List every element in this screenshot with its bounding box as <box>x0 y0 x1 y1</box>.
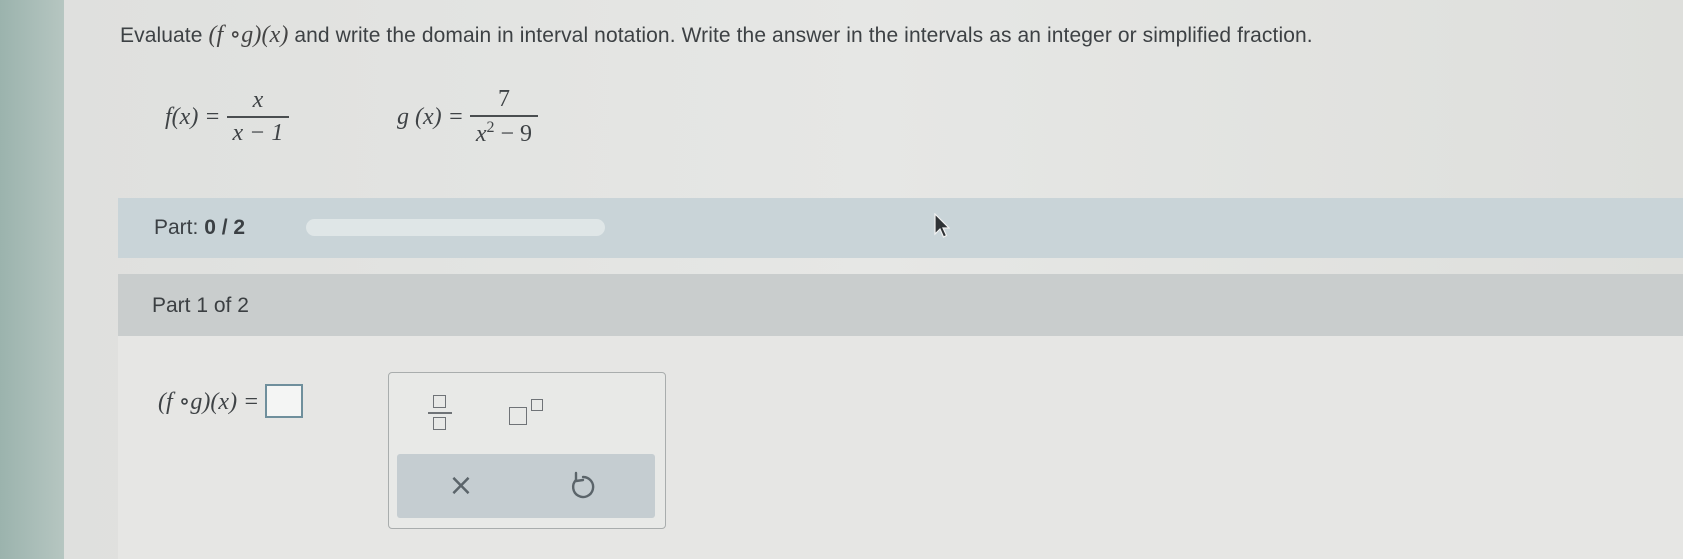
part-progress-value: 0 / 2 <box>204 216 246 239</box>
function-g-numerator: 7 <box>497 86 510 112</box>
function-g-fraction: 7 x2 − 9 <box>469 86 539 148</box>
part-header: Part 1 of 2 <box>118 274 1683 336</box>
function-g: g (x) = 7 x2 − 9 <box>397 82 539 152</box>
function-g-denominator-exponent: 2 <box>486 119 495 136</box>
function-g-label: g (x) = <box>397 103 464 130</box>
answer-row: (f ∘g)(x) = <box>158 384 304 418</box>
fraction-icon[interactable] <box>427 393 453 437</box>
function-g-denominator: x2 − 9 <box>470 117 538 148</box>
answer-input[interactable] <box>265 384 304 418</box>
fraction-line <box>428 412 452 414</box>
left-edge-panel <box>0 0 64 559</box>
question-instructions: Evaluate (f ∘g)(x) and write the domain … <box>120 20 1313 49</box>
function-g-denominator-rest: − 9 <box>494 121 533 147</box>
progress-track <box>306 219 605 236</box>
function-f-denominator: x − 1 <box>232 120 284 146</box>
denominator-slot-icon <box>433 417 446 430</box>
function-f: f(x) = x x − 1 <box>165 82 290 152</box>
composition-expression: (f ∘g)(x) <box>208 22 289 48</box>
math-palette: × <box>388 372 666 529</box>
undo-icon[interactable] <box>565 468 601 504</box>
mouse-pointer-icon <box>934 213 950 238</box>
page: Evaluate (f ∘g)(x) and write the domain … <box>0 0 1683 559</box>
instructions-suffix: and write the domain in interval notatio… <box>294 24 1313 47</box>
function-f-numerator: x <box>252 87 264 113</box>
part-progress-bar: Part: 0 / 2 <box>118 198 1683 258</box>
function-f-fraction: x x − 1 <box>226 87 290 147</box>
palette-actions: × <box>397 454 655 518</box>
part-progress-label: Part: 0 / 2 <box>154 216 245 240</box>
superscript-slot-icon <box>531 399 543 411</box>
numerator-slot-icon <box>433 395 446 408</box>
function-f-label: f(x) = <box>165 103 221 130</box>
part-header-label: Part 1 of 2 <box>152 294 249 317</box>
answer-lhs: (f ∘g)(x) = <box>158 388 260 415</box>
clear-button[interactable]: × <box>441 466 481 506</box>
instructions-prefix: Evaluate <box>120 24 203 47</box>
part-progress-prefix: Part: <box>154 216 199 239</box>
function-g-denominator-base: x <box>475 121 487 147</box>
exponent-icon[interactable] <box>509 397 549 431</box>
part-body <box>118 336 1683 559</box>
base-slot-icon <box>509 407 527 425</box>
